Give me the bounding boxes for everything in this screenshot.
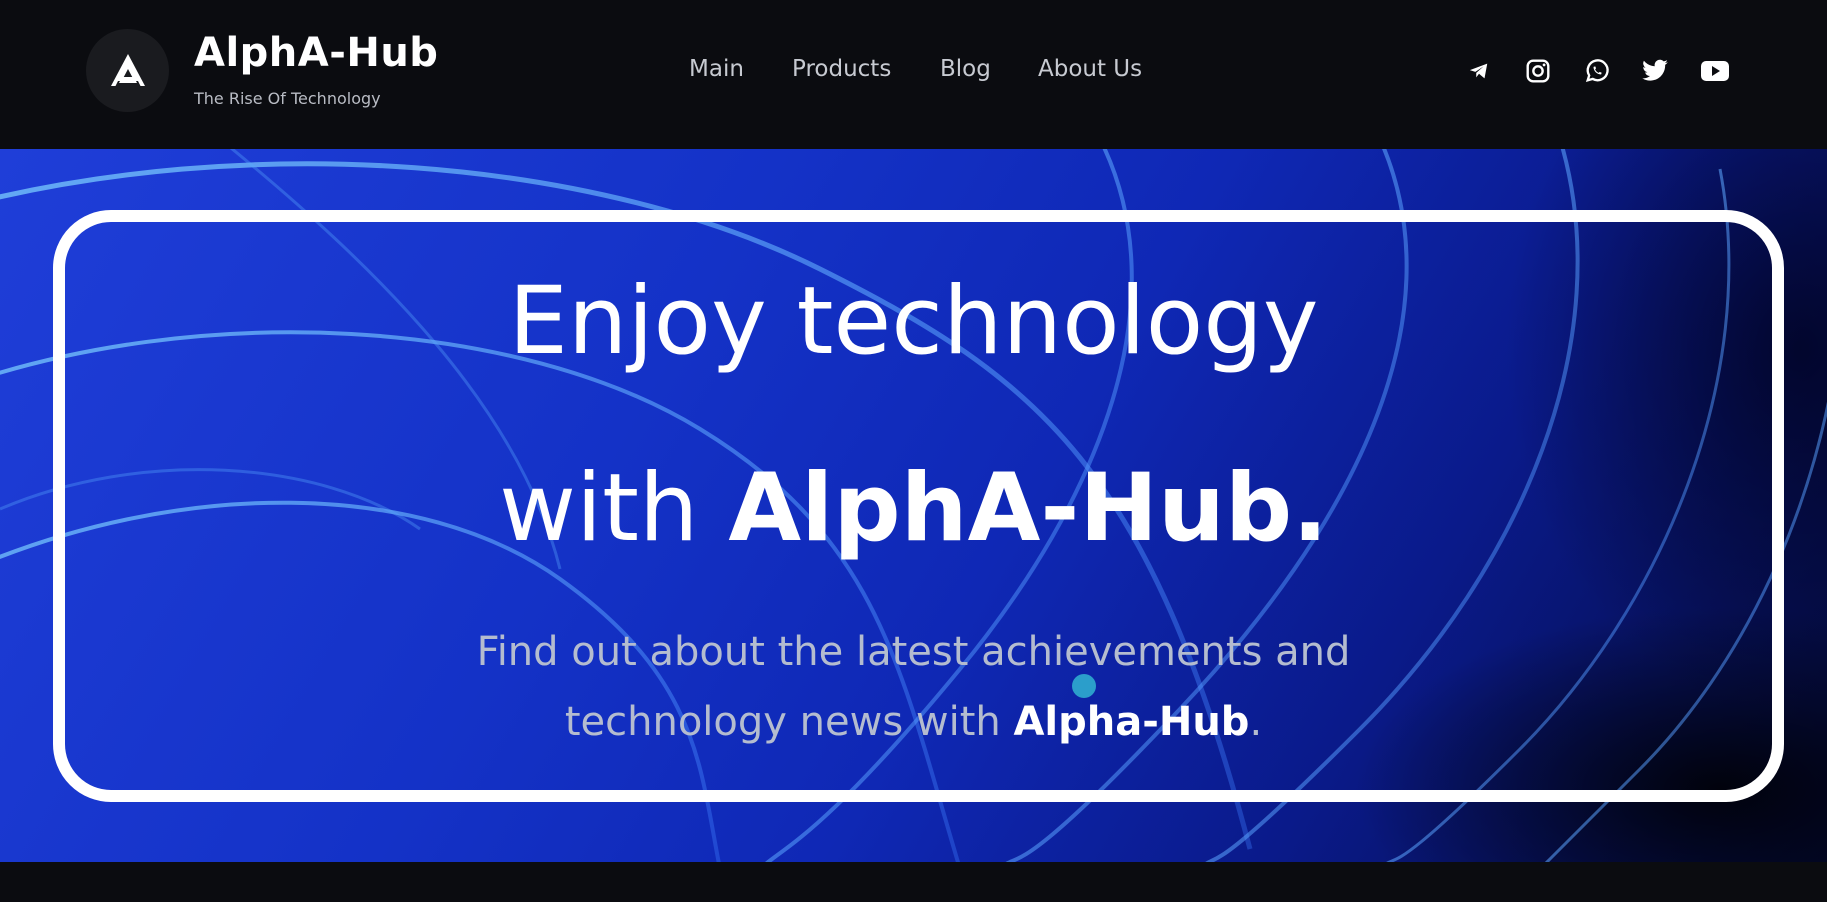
nav-about-us[interactable]: About Us <box>1038 56 1142 82</box>
cursor-indicator <box>1072 674 1096 698</box>
whatsapp-icon[interactable] <box>1582 56 1612 86</box>
brand-title[interactable]: AlphA-Hub <box>194 30 438 76</box>
page-footer-strip <box>0 862 1827 902</box>
hero-title-line1: Enjoy technology <box>508 267 1319 376</box>
youtube-icon[interactable] <box>1700 56 1730 86</box>
telegram-icon[interactable] <box>1464 56 1494 86</box>
hero-lead-line2: technology news with Alpha-Hub. <box>0 702 1827 742</box>
nav-products[interactable]: Products <box>792 56 891 82</box>
hero-lead-suffix: . <box>1249 699 1263 745</box>
hero-section: Enjoy technology with AlphA-Hub. Find ou… <box>0 149 1827 862</box>
hero-lead-prefix: technology news with <box>564 699 1014 745</box>
nav-main[interactable]: Main <box>689 56 744 82</box>
brand-tagline: The Rise Of Technology <box>194 89 381 108</box>
alpha-logo-icon <box>111 54 145 87</box>
hero-lead-line1: Find out about the latest achievements a… <box>476 629 1351 675</box>
hero-title-prefix: with <box>499 454 729 563</box>
hero-title-line2: with AlphA-Hub. <box>0 462 1827 556</box>
logo[interactable] <box>86 29 169 112</box>
twitter-icon[interactable] <box>1640 56 1670 86</box>
nav-blog[interactable]: Blog <box>940 56 991 82</box>
instagram-icon[interactable] <box>1523 56 1553 86</box>
hero-lead-brand: Alpha-Hub <box>1013 699 1250 745</box>
site-header: AlphA-Hub The Rise Of Technology Main Pr… <box>0 0 1827 149</box>
hero-title-brand: AlphA-Hub. <box>728 454 1328 563</box>
